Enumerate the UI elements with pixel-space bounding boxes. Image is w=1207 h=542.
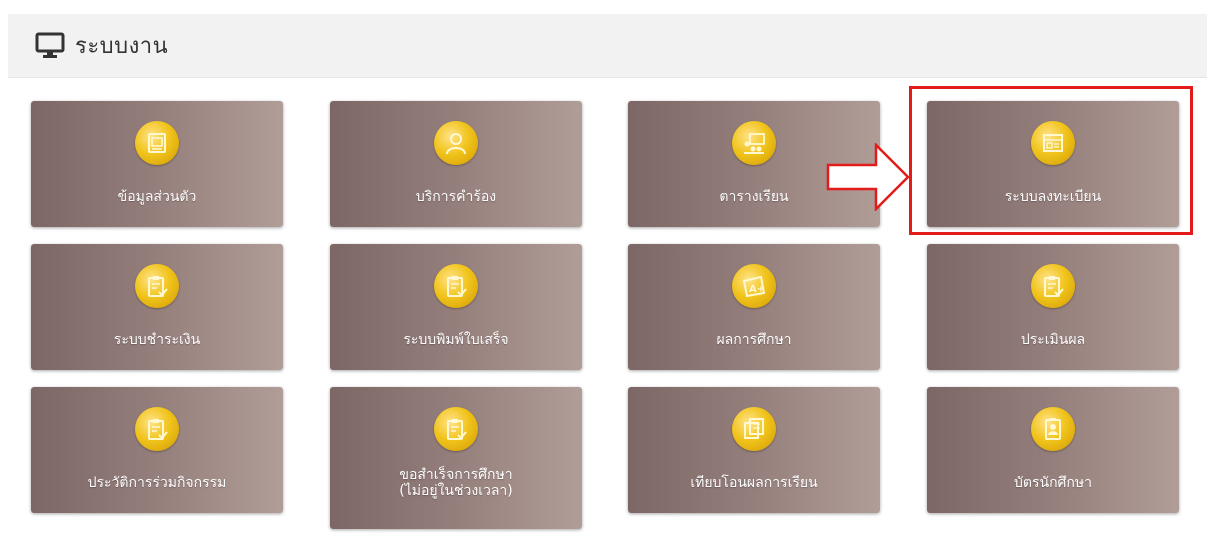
student-id-card-icon [1031, 407, 1075, 451]
svg-text:A+: A+ [749, 284, 765, 295]
tile-label: ระบบพิมพ์ใบเสร็จ [403, 332, 509, 348]
tile-grades[interactable]: A+ ผลการศึกษา [628, 244, 880, 370]
grade-a-plus-icon: A+ [732, 264, 776, 308]
tile-activity-history[interactable]: ประวัติการร่วมกิจกรรม [31, 387, 283, 513]
profile-card-icon [135, 121, 179, 165]
tile-label-group: ขอสำเร็จการศึกษา (ไม่อยู่ในช่วงเวลา) [336, 467, 576, 499]
arrow-right-icon [826, 143, 910, 211]
tile-label: เทียบโอนผลการเรียน [690, 475, 818, 491]
documents-icon [732, 407, 776, 451]
tile-personal-info[interactable]: ข้อมูลส่วนตัว [31, 101, 283, 227]
tile-label: ขอสำเร็จการศึกษา [399, 467, 513, 483]
tile-label: บริการคำร้อง [415, 189, 497, 205]
clipboard-check-icon [434, 264, 478, 308]
clipboard-check-icon [1031, 264, 1075, 308]
highlight-box [909, 86, 1193, 235]
tile-graduation-request[interactable]: ขอสำเร็จการศึกษา (ไม่อยู่ในช่วงเวลา) [330, 387, 582, 529]
clipboard-check-icon [135, 407, 179, 451]
tile-label: ประเมินผล [1020, 332, 1086, 348]
classroom-icon [732, 121, 776, 165]
tile-label: ระบบชำระเงิน [113, 332, 201, 348]
clipboard-check-icon [135, 264, 179, 308]
person-icon [434, 121, 478, 165]
tile-label-note: (ไม่อยู่ในช่วงเวลา) [399, 483, 513, 499]
tile-credit-transfer[interactable]: เทียบโอนผลการเรียน [628, 387, 880, 513]
tile-request-service[interactable]: บริการคำร้อง [330, 101, 582, 227]
tile-print-receipt[interactable]: ระบบพิมพ์ใบเสร็จ [330, 244, 582, 370]
tile-label: ผลการศึกษา [716, 332, 792, 348]
tile-student-card[interactable]: บัตรนักศึกษา [927, 387, 1179, 513]
tile-payment[interactable]: ระบบชำระเงิน [31, 244, 283, 370]
tile-label: ข้อมูลส่วนตัว [117, 189, 197, 205]
tile-evaluation[interactable]: ประเมินผล [927, 244, 1179, 370]
clipboard-check-icon [434, 407, 478, 451]
menu-grid: ข้อมูลส่วนตัว บริการคำร้อง ตารางเรียน ระ… [0, 0, 1207, 542]
tile-label: บัตรนักศึกษา [1014, 475, 1092, 491]
tile-label: ประวัติการร่วมกิจกรรม [87, 475, 227, 491]
